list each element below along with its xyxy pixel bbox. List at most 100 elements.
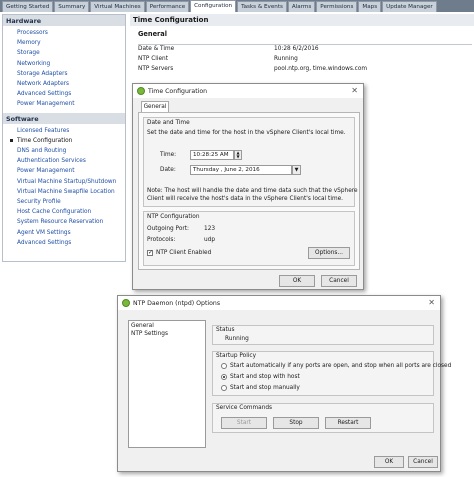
hardware-list: Processors Memory Storage Networking Sto… — [3, 26, 125, 113]
vmware-leaf-icon — [137, 87, 145, 95]
protocols-label: Protocols: — [147, 237, 176, 243]
note-line-1: Note: The host will handle the date and … — [147, 188, 358, 194]
vmware-leaf-icon — [122, 299, 130, 307]
nav-storage-adapters[interactable]: Storage Adapters — [3, 69, 125, 79]
ntp-group-label: NTP Configuration — [147, 214, 200, 220]
restart-button[interactable]: Restart — [325, 417, 371, 429]
software-list: Licensed Features Time Configuration DNS… — [3, 124, 125, 251]
tab-getting-started[interactable]: Getting Started — [2, 1, 54, 12]
ntp-nav-list: General NTP Settings — [128, 320, 206, 448]
nav-advanced-settings-sw[interactable]: Advanced Settings — [3, 238, 125, 248]
status-group: Status Running — [212, 325, 434, 345]
nav-vm-swapfile-location[interactable]: Virtual Machine Swapfile Location — [3, 187, 125, 197]
ntp-cancel-button[interactable]: Cancel — [408, 456, 438, 468]
tab-alarms[interactable]: Alarms — [287, 1, 316, 12]
date-time-value: 10:28 6/2/2016 — [274, 46, 319, 52]
policy-manual-label: Start and stop manually — [230, 385, 300, 391]
nav-network-adapters[interactable]: Network Adapters — [3, 79, 125, 89]
service-commands-group: Service Commands Start Stop Restart — [212, 403, 434, 433]
tab-update-manager[interactable]: Update Manager — [382, 1, 437, 12]
time-input[interactable]: 10:28:25 AM — [190, 150, 234, 160]
nav-time-configuration[interactable]: Time Configuration — [3, 136, 125, 146]
time-label: Time: — [160, 152, 177, 158]
close-icon[interactable]: ✕ — [428, 298, 435, 307]
date-label: Date: — [160, 167, 176, 173]
ok-button[interactable]: OK — [279, 275, 315, 287]
time-configuration-dialog: Time Configuration ✕ General Date and Ti… — [132, 83, 364, 290]
protocols-value: udp — [204, 237, 216, 243]
tab-virtual-machines[interactable]: Virtual Machines — [90, 1, 145, 12]
ntp-ok-button[interactable]: OK — [374, 456, 404, 468]
nav-power-management-hw[interactable]: Power Management — [3, 99, 125, 109]
ntp-enabled-label: NTP Client Enabled — [156, 250, 212, 256]
nav-security-profile[interactable]: Security Profile — [3, 197, 125, 207]
nav-processors[interactable]: Processors — [3, 28, 125, 38]
outgoing-port-label: Outgoing Port: — [147, 226, 189, 232]
tab-performance[interactable]: Performance — [145, 1, 190, 12]
date-picker[interactable]: Thursday , June 2, 2016 — [190, 165, 292, 175]
tab-bar: Getting Started Summary Virtual Machines… — [0, 0, 474, 12]
tab-page-general: Date and Time Set the date and time for … — [138, 112, 360, 270]
hardware-heading: Hardware — [3, 15, 125, 26]
policy-radio-with-host[interactable] — [221, 374, 227, 380]
general-divider — [138, 44, 472, 45]
tab-permissions[interactable]: Permissions — [316, 1, 358, 12]
status-value: Running — [225, 336, 249, 342]
tab-maps[interactable]: Maps — [358, 1, 382, 12]
date-time-group: Date and Time Set the date and time for … — [143, 117, 358, 207]
options-button[interactable]: Options... — [308, 247, 350, 259]
note-line-2: Client will receive the host's data in t… — [147, 196, 343, 202]
ntp-servers-label: NTP Servers — [138, 66, 174, 72]
ntp-nav-general[interactable]: General — [131, 323, 154, 329]
cancel-button[interactable]: Cancel — [321, 275, 357, 287]
dialog-titlebar: Time Configuration ✕ — [133, 84, 363, 98]
service-commands-label: Service Commands — [216, 405, 273, 411]
nav-system-resource-reservation[interactable]: System Resource Reservation — [3, 217, 125, 227]
nav-networking[interactable]: Networking — [3, 59, 125, 69]
outgoing-port-value: 123 — [204, 226, 216, 232]
ntp-nav-ntp-settings[interactable]: NTP Settings — [131, 331, 168, 337]
nav-storage[interactable]: Storage — [3, 48, 125, 58]
nav-advanced-settings-hw[interactable]: Advanced Settings — [3, 89, 125, 99]
general-heading: General — [138, 30, 168, 38]
chevron-down-icon[interactable]: ▼ — [292, 165, 301, 175]
nav-agent-vm-settings[interactable]: Agent VM Settings — [3, 228, 125, 238]
stop-button[interactable]: Stop — [273, 417, 319, 429]
status-group-label: Status — [216, 327, 235, 333]
policy-radio-manual[interactable] — [221, 385, 227, 391]
close-icon[interactable]: ✕ — [351, 86, 358, 95]
tab-summary[interactable]: Summary — [54, 1, 90, 12]
startup-policy-label: Startup Policy — [216, 353, 257, 359]
nav-licensed-features[interactable]: Licensed Features — [3, 126, 125, 136]
ntp-configuration-group: NTP Configuration Outgoing Port: 123 Pro… — [143, 211, 355, 266]
start-button[interactable]: Start — [221, 417, 267, 429]
nav-host-cache-configuration[interactable]: Host Cache Configuration — [3, 207, 125, 217]
tab-tasks-events[interactable]: Tasks & Events — [237, 1, 287, 12]
page-title: Time Configuration — [130, 14, 474, 26]
policy-auto-label: Start automatically if any ports are ope… — [230, 363, 452, 369]
nav-authentication-services[interactable]: Authentication Services — [3, 156, 125, 166]
nav-memory[interactable]: Memory — [3, 38, 125, 48]
software-heading: Software — [3, 112, 125, 124]
tab-configuration[interactable]: Configuration — [190, 0, 237, 12]
nav-power-management-sw[interactable]: Power Management — [3, 166, 125, 176]
instruction-text: Set the date and time for the host in th… — [147, 130, 346, 136]
nav-vm-startup-shutdown[interactable]: Virtual Machine Startup/Shutdown — [3, 177, 125, 187]
ntp-dialog-titlebar: NTP Daemon (ntpd) Options ✕ — [118, 296, 440, 310]
ntp-daemon-options-dialog: NTP Daemon (ntpd) Options ✕ General NTP … — [117, 295, 451, 472]
ntp-client-value: Running — [274, 56, 298, 62]
ntp-client-label: NTP Client — [138, 56, 168, 62]
ntp-servers-value: pool.ntp.org, time.windows.com — [274, 66, 368, 72]
nav-dns-routing[interactable]: DNS and Routing — [3, 146, 125, 156]
config-nav-panel: Hardware Processors Memory Storage Netwo… — [2, 14, 126, 262]
ntp-dialog-title: NTP Daemon (ntpd) Options — [133, 299, 221, 307]
startup-policy-group: Startup Policy Start automatically if an… — [212, 351, 451, 396]
policy-radio-auto[interactable] — [221, 363, 227, 369]
ntp-enabled-checkbox[interactable]: ✓ — [147, 250, 153, 256]
dialog-title: Time Configuration — [148, 87, 208, 95]
policy-with-host-label: Start and stop with host — [230, 374, 300, 380]
spinner-icon[interactable]: ▲ ▼ — [234, 150, 242, 160]
main-pane: Time Configuration General — [130, 14, 474, 38]
date-time-label: Date & Time — [138, 46, 175, 52]
tab-general[interactable]: General — [141, 101, 169, 112]
